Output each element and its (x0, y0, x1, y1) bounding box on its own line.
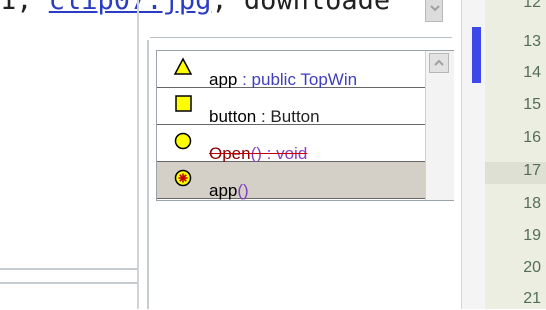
line-number: 12 (523, 0, 541, 11)
completion-scrollbar[interactable] (425, 51, 454, 200)
completion-item-name: button (209, 107, 257, 126)
scroll-down-button[interactable] (425, 0, 443, 22)
line-number: 16 (523, 129, 541, 146)
code-completion-popup: app : public TopWin button : Button Open… (156, 50, 454, 201)
line-number: 19 (523, 227, 541, 244)
completion-item-detail: : Button (256, 107, 320, 126)
completion-item-app-field[interactable]: app : public TopWin (157, 51, 425, 90)
completion-item-open-method[interactable]: Open() : void (157, 125, 425, 164)
horizontal-splitter[interactable] (0, 268, 138, 270)
top-text-line: 1, clip07.jpg, downloade (0, 0, 390, 16)
horizontal-splitter-lower[interactable] (0, 282, 138, 284)
left-pane-border (137, 0, 139, 309)
line-number: 14 (523, 64, 541, 81)
line-number-current: 17 (523, 162, 541, 179)
line-number: 20 (523, 259, 541, 276)
completion-item-detail: () (237, 181, 249, 200)
completion-item-label: button : Button (209, 107, 320, 127)
star-circle-icon (174, 169, 192, 187)
line-number: 21 (523, 290, 541, 307)
line-number: 13 (523, 33, 541, 50)
triangle-icon (173, 57, 193, 75)
completion-item-label: app : public TopWin (209, 70, 357, 90)
chevron-down-icon (430, 5, 440, 12)
completion-item-detail: : public TopWin (237, 70, 358, 89)
completion-item-label: app() (209, 181, 249, 200)
completion-item-name: Open (209, 144, 251, 163)
line-number: 15 (523, 96, 541, 113)
top-text-index: 1, (0, 0, 33, 16)
editor-scrollbar-thumb[interactable] (472, 27, 481, 83)
square-icon (175, 95, 192, 112)
circle-icon (174, 132, 192, 150)
completion-item-button-field[interactable]: button : Button (157, 88, 425, 127)
top-text-strip: 1, clip07.jpg, downloade (0, 0, 430, 22)
image-link[interactable]: clip07.jpg (49, 0, 212, 16)
scroll-up-button[interactable] (429, 53, 449, 73)
line-number: 18 (523, 195, 541, 212)
completion-item-name: app (209, 70, 238, 89)
outline-pane-border (147, 40, 149, 309)
completion-item-label-deprecated: Open() : void (209, 144, 307, 164)
line-number-gutter: 12 13 14 15 16 17 18 19 20 21 (485, 0, 546, 309)
completion-item-name: app (209, 181, 238, 200)
completion-item-detail: () : void (250, 144, 308, 163)
chevron-up-icon (434, 59, 444, 66)
completion-item-app-constructor[interactable]: app() (157, 162, 425, 200)
top-text-tail: , downloade (211, 0, 391, 16)
completion-list: app : public TopWin button : Button Open… (157, 51, 425, 200)
